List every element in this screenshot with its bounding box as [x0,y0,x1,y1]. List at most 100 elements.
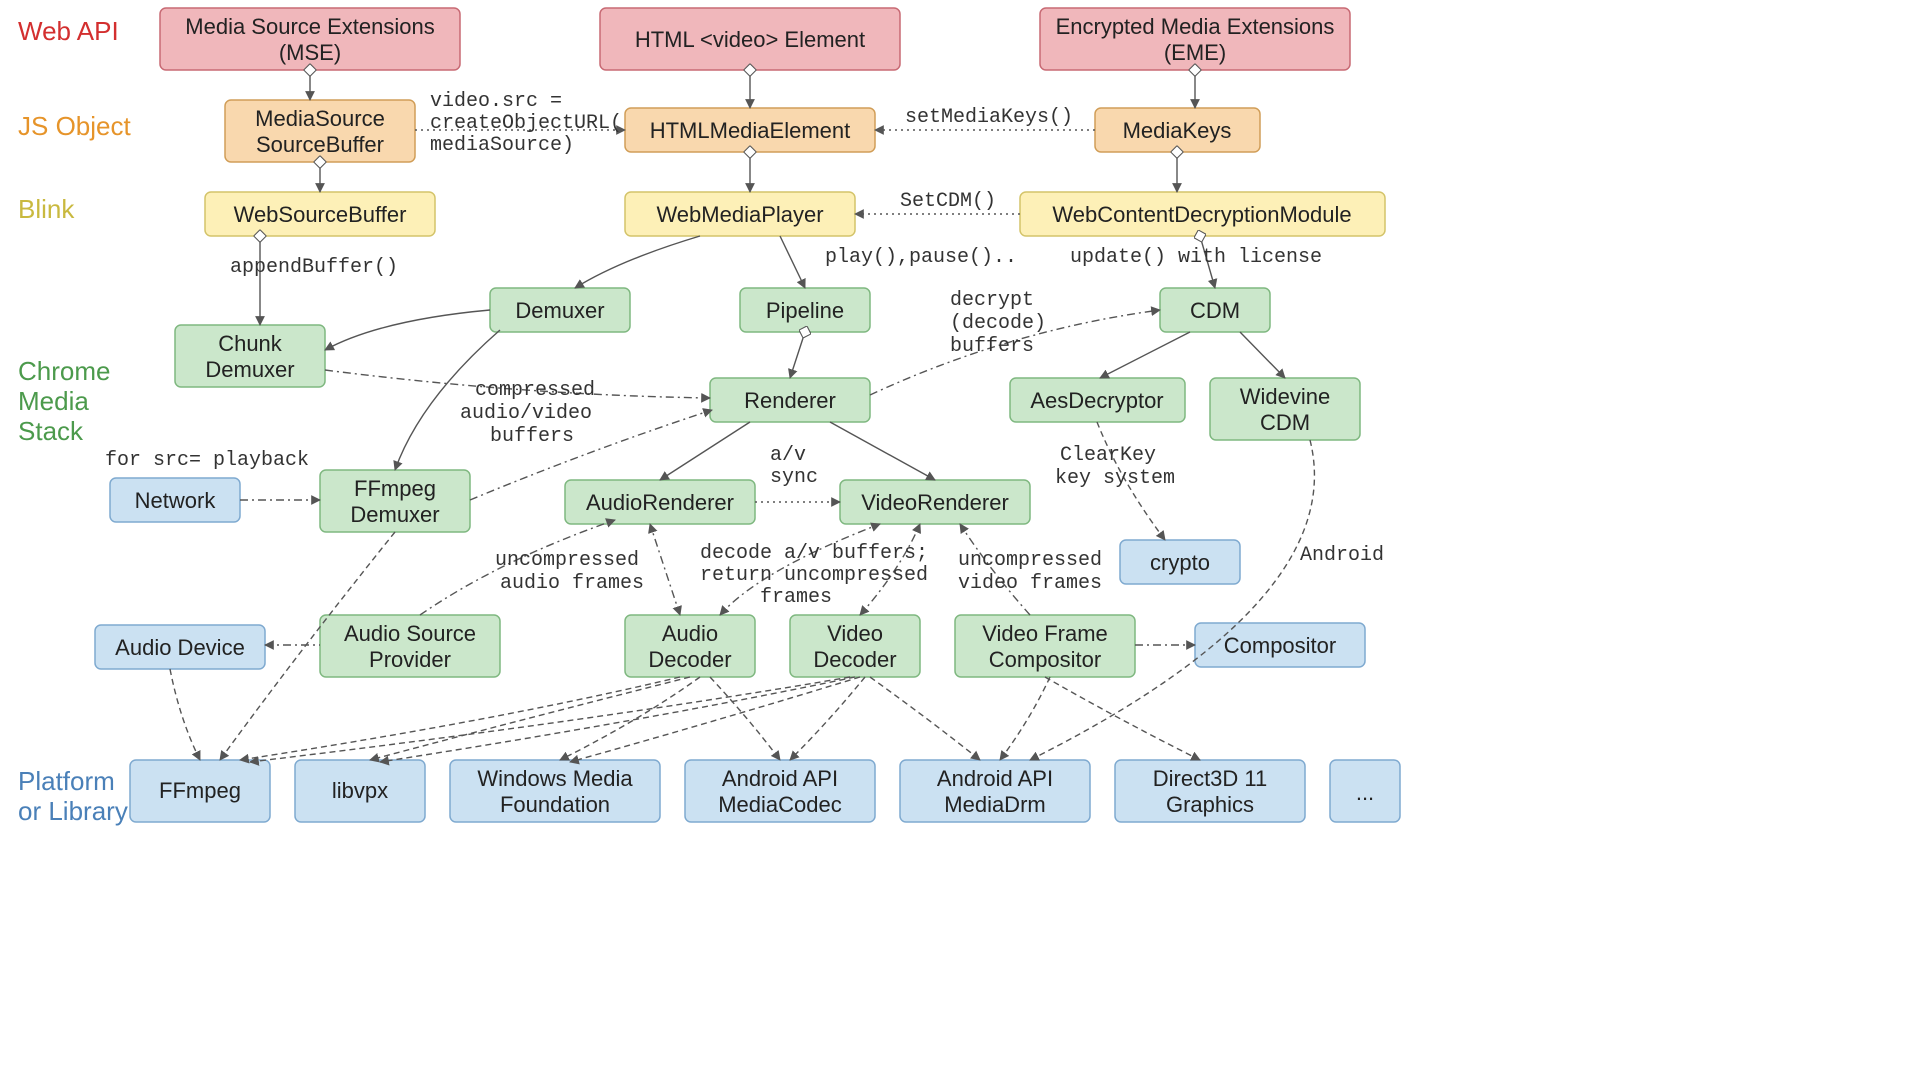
box-direct3d: Direct3D 11 Graphics [1115,760,1305,822]
box-android-mediadrm: Android API MediaDrm [900,760,1090,822]
box-mse: Media Source Extensions (MSE) [160,8,460,70]
svg-text:Provider: Provider [369,647,451,672]
layer-plat2: or Library [18,796,128,826]
svg-text:Demuxer: Demuxer [350,502,439,527]
layer-cms2: Media [18,386,89,416]
box-wmf: Windows Media Foundation [450,760,660,822]
layer-blink: Blink [18,194,75,224]
svg-text:createObjectURL(: createObjectURL( [430,112,622,135]
box-mediakeys: MediaKeys [1095,108,1260,152]
box-renderer: Renderer [710,378,870,422]
svg-text:Audio Device: Audio Device [115,635,245,660]
box-demuxer: Demuxer [490,288,630,332]
layer-cms1: Chrome [18,356,110,386]
box-more: ... [1330,760,1400,822]
edge-src-playback: for src= playback [105,449,309,472]
svg-text:Pipeline: Pipeline [766,298,844,323]
svg-text:VideoRenderer: VideoRenderer [861,490,1009,515]
svg-text:HTMLMediaElement: HTMLMediaElement [650,118,851,143]
svg-text:AudioRenderer: AudioRenderer [586,490,734,515]
box-html-video: HTML <video> Element [600,8,900,70]
svg-text:Renderer: Renderer [744,388,836,413]
edge-playpause: play(),pause().. [825,246,1017,269]
svg-text:a/v: a/v [770,444,806,467]
svg-text:return uncompressed: return uncompressed [700,564,928,587]
box-ffmpeg: FFmpeg [130,760,270,822]
svg-text:Android API: Android API [937,766,1053,791]
layer-plat1: Platform [18,766,115,796]
edge-clearkey: ClearKey [1060,444,1156,467]
svg-text:SourceBuffer: SourceBuffer [256,132,384,157]
svg-text:(decode): (decode) [950,312,1046,335]
svg-text:Demuxer: Demuxer [205,357,294,382]
layer-jsobj: JS Object [18,111,131,141]
svg-text:Encrypted Media Extensions: Encrypted Media Extensions [1056,14,1335,39]
box-audio-device: Audio Device [95,625,265,669]
box-widevine-cdm: Widevine CDM [1210,378,1360,440]
svg-text:FFmpeg: FFmpeg [159,778,241,803]
svg-text:buffers: buffers [490,425,574,448]
box-audio-source-provider: Audio Source Provider [320,615,500,677]
svg-text:Foundation: Foundation [500,792,610,817]
svg-text:Widevine: Widevine [1240,384,1330,409]
svg-text:AesDecryptor: AesDecryptor [1030,388,1163,413]
box-ffmpeg-demuxer: FFmpeg Demuxer [320,470,470,532]
svg-text:Compositor: Compositor [989,647,1101,672]
edge-appendbuffer: appendBuffer() [230,256,398,279]
svg-text:Decoder: Decoder [648,647,731,672]
box-htmlmediaelement: HTMLMediaElement [625,108,875,152]
svg-text:libvpx: libvpx [332,778,388,803]
svg-text:crypto: crypto [1150,550,1210,575]
edge-android: Android [1300,544,1384,567]
svg-text:audio/video: audio/video [460,402,592,425]
svg-text:HTML <video> Element: HTML <video> Element [635,27,865,52]
box-audiorenderer: AudioRenderer [565,480,755,524]
svg-text:Graphics: Graphics [1166,792,1254,817]
svg-text:Video Frame: Video Frame [982,621,1108,646]
box-webcontentdecryptionmodule: WebContentDecryptionModule [1020,192,1385,236]
svg-text:frames: frames [760,586,832,609]
svg-text:Audio: Audio [662,621,718,646]
svg-text:Chunk: Chunk [218,331,283,356]
svg-text:WebMediaPlayer: WebMediaPlayer [656,202,823,227]
box-chunk-demuxer: Chunk Demuxer [175,325,325,387]
svg-text:MediaSource: MediaSource [255,106,385,131]
svg-text:(EME): (EME) [1164,40,1226,65]
svg-text:mediaSource): mediaSource) [430,134,574,157]
svg-text:MediaCodec: MediaCodec [718,792,842,817]
edge-uncompressed-audio: uncompressed [495,549,639,572]
svg-text:Demuxer: Demuxer [515,298,604,323]
box-libvpx: libvpx [295,760,425,822]
svg-text:Direct3D 11: Direct3D 11 [1153,766,1268,791]
box-crypto: crypto [1120,540,1240,584]
layer-cms3: Stack [18,416,84,446]
svg-text:key system: key system [1055,467,1175,490]
svg-text:CDM: CDM [1190,298,1240,323]
box-video-decoder: Video Decoder [790,615,920,677]
layer-webapi: Web API [18,16,119,46]
svg-text:Video: Video [827,621,883,646]
edge-setmediakeys: setMediaKeys() [905,106,1073,129]
edge-decode: decode a/v buffers; [700,542,928,565]
svg-text:MediaKeys: MediaKeys [1123,118,1232,143]
svg-text:Decoder: Decoder [813,647,896,672]
box-audio-decoder: Audio Decoder [625,615,755,677]
svg-text:Audio Source: Audio Source [344,621,476,646]
svg-text:Compositor: Compositor [1224,633,1336,658]
box-videorenderer: VideoRenderer [840,480,1030,524]
edge-compressed: compressed [475,379,595,402]
box-pipeline: Pipeline [740,288,870,332]
box-webmediaplayer: WebMediaPlayer [625,192,855,236]
box-cdm: CDM [1160,288,1270,332]
svg-text:WebContentDecryptionModule: WebContentDecryptionModule [1052,202,1351,227]
svg-text:...: ... [1356,780,1374,805]
box-aesdecryptor: AesDecryptor [1010,378,1185,422]
box-mediasource: MediaSource SourceBuffer [225,100,415,162]
box-eme: Encrypted Media Extensions (EME) [1040,8,1350,70]
svg-text:Network: Network [135,488,217,513]
svg-text:audio frames: audio frames [500,572,644,595]
edge-setcdm: SetCDM() [900,190,996,213]
svg-text:sync: sync [770,466,818,489]
svg-text:buffers: buffers [950,335,1034,358]
edge-decrypt: decrypt [950,289,1034,312]
